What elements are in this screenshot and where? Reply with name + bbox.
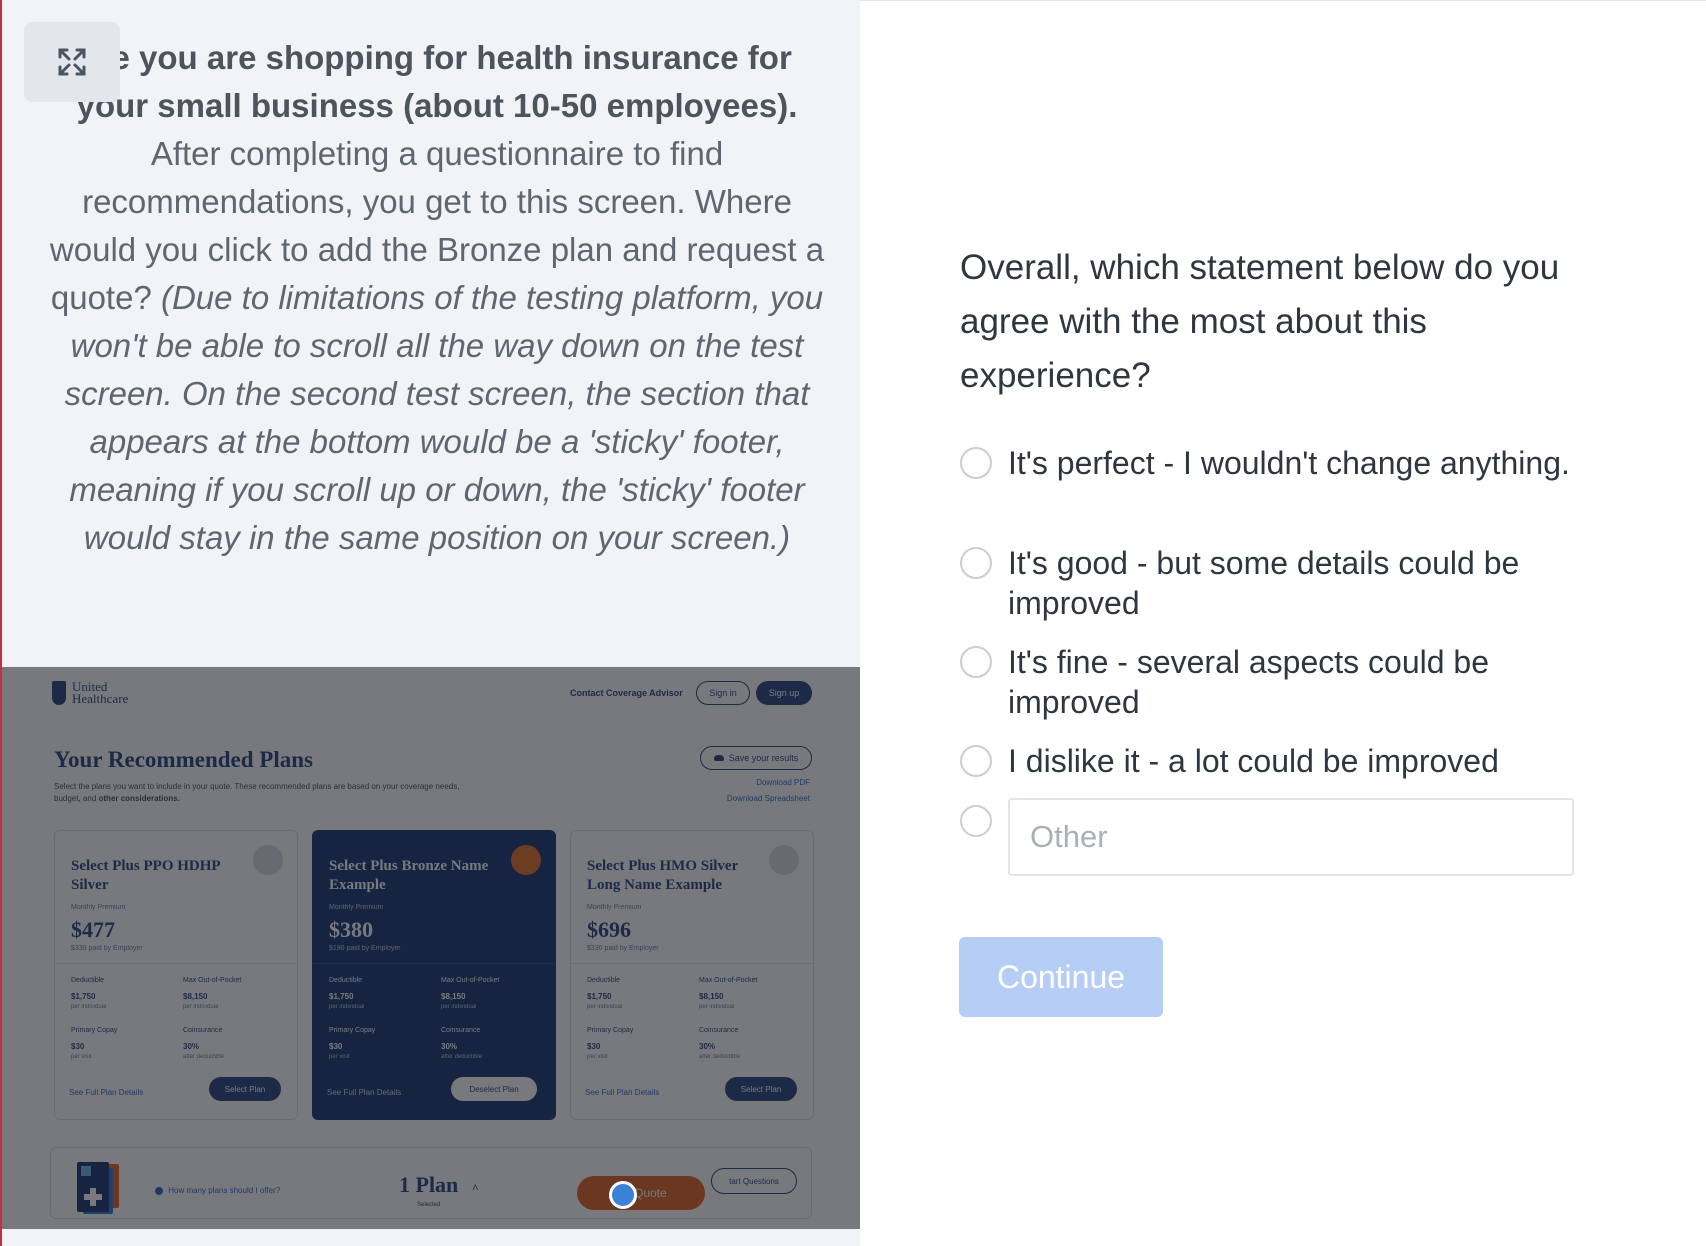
deductible-stat: Deductible $1,750 per individual xyxy=(71,977,107,1010)
radio-button[interactable] xyxy=(960,547,992,579)
premium-label: Monthly Premium xyxy=(587,904,642,911)
option-label: I dislike it - a lot could be improved xyxy=(1008,743,1499,779)
plan-count-sub: Selected xyxy=(417,1202,441,1208)
click-marker xyxy=(609,1181,637,1209)
expand-arrows-icon xyxy=(58,48,86,76)
download-pdf-link: Download PDF xyxy=(756,778,810,787)
deductible-stat: Deductible $1,750 per individual xyxy=(329,977,365,1010)
coinsurance-stat: Coinsurance 30% after deductible xyxy=(183,1027,225,1060)
coinsurance-stat: Coinsurance 30% after deductible xyxy=(699,1027,741,1060)
plan-name: Select Plus HMO Silver Long Name Example xyxy=(587,858,738,893)
test-screenshot[interactable]: United Healthcare Contact Coverage Adviso… xyxy=(2,667,860,1229)
coinsurance-stat: Coinsurance 30% after deductible xyxy=(441,1027,483,1060)
sign-up-button: Sign up xyxy=(756,681,812,705)
option-good[interactable]: It's good - but some details could be im… xyxy=(960,543,1580,623)
download-spreadsheet-link: Download Spreadsheet xyxy=(726,794,810,803)
plan-name: Select Plus PPO HDHP Silver xyxy=(71,858,220,893)
option-label: It's good - but some details could be im… xyxy=(1008,545,1520,621)
premium-label: Monthly Premium xyxy=(71,904,126,911)
plan-card-bronze: Select Plus Bronze Name Example Monthly … xyxy=(312,830,556,1120)
logo-line-2: Healthcare xyxy=(72,691,129,706)
plan-badge-icon xyxy=(253,845,283,875)
plan-price: $696 xyxy=(587,917,631,942)
other-text-input[interactable] xyxy=(1008,798,1574,876)
chevron-up-icon: ^ xyxy=(471,1181,479,1195)
radio-button[interactable] xyxy=(960,745,992,777)
logo-mark-icon xyxy=(52,681,66,705)
employer-share: $330 paid by Employer xyxy=(587,945,659,952)
plan-name: Select Plus Bronze Name Example xyxy=(329,858,489,893)
oop-stat: Max Out-of-Pocket $8,150 per individual xyxy=(699,977,758,1010)
contact-advisor-link: Contact Coverage Advisor xyxy=(570,688,683,698)
task-bold-text: ine you are shopping for health insuranc… xyxy=(76,39,798,124)
card-divider xyxy=(313,963,555,964)
recommended-plans-title: Your Recommended Plans xyxy=(54,747,313,772)
description-bold: other considerations. xyxy=(98,794,180,803)
recommended-plans-description: Select the plans you want to include in … xyxy=(54,781,474,805)
premium-label: Monthly Premium xyxy=(329,904,384,911)
how-many-plans-label: How many plans should I offer? xyxy=(168,1186,281,1195)
plan-card-silver-ppo: Select Plus PPO HDHP Silver Monthly Prem… xyxy=(54,830,298,1120)
option-label: It's perfect - I wouldn't change anythin… xyxy=(1008,445,1570,481)
how-many-plans-link: How many plans should I offer? xyxy=(155,1186,280,1195)
option-dislike[interactable]: I dislike it - a lot could be improved xyxy=(960,741,1580,781)
copay-stat: Primary Copay $30 per visit xyxy=(71,1027,118,1060)
option-label: It's fine - several aspects could be imp… xyxy=(1008,644,1490,720)
plan-details-link: See Full Plan Details xyxy=(585,1088,660,1097)
sign-in-button: Sign in xyxy=(696,681,750,705)
oop-stat: Max Out-of-Pocket $8,150 per individual xyxy=(183,977,242,1010)
select-plan-button: Select Plan xyxy=(209,1077,281,1101)
task-italic-text: (Due to limitations of the testing platf… xyxy=(64,279,824,556)
deductible-stat: Deductible $1,750 per individual xyxy=(587,977,623,1010)
option-fine[interactable]: It's fine - several aspects could be imp… xyxy=(960,642,1580,722)
employer-share: $330 paid by Employer xyxy=(71,945,143,952)
plan-count: 1 Plan ^ xyxy=(399,1172,479,1198)
request-quote-button: Re Quote xyxy=(577,1176,705,1210)
restart-questions-button: tart Questions xyxy=(711,1168,797,1194)
copay-stat: Primary Copay $30 per visit xyxy=(587,1027,634,1060)
info-circle-icon xyxy=(155,1186,163,1195)
plan-details-link: See Full Plan Details xyxy=(327,1088,402,1097)
radio-button[interactable] xyxy=(960,646,992,678)
save-results-button: Save your results xyxy=(700,746,812,770)
plan-details-link: See Full Plan Details xyxy=(69,1088,144,1097)
card-divider xyxy=(55,963,297,964)
task-panel: ine you are shopping for health insuranc… xyxy=(0,0,860,1246)
oop-stat: Max Out-of-Pocket $8,150 per individual xyxy=(441,977,500,1010)
plan-price: $477 xyxy=(71,917,115,942)
radio-button[interactable] xyxy=(960,805,992,837)
employer-share: $190 paid by Employer xyxy=(329,945,401,952)
option-perfect[interactable]: It's perfect - I wouldn't change anythin… xyxy=(960,443,1580,483)
plan-badge-icon xyxy=(769,845,799,875)
question-text: Overall, which statement below do you ag… xyxy=(960,248,1560,395)
task-instructions: ine you are shopping for health insuranc… xyxy=(42,34,832,562)
continue-button[interactable]: Continue xyxy=(959,937,1163,1017)
copay-stat: Primary Copay $30 per visit xyxy=(329,1027,376,1060)
unitedhealthcare-logo: United Healthcare xyxy=(52,680,142,706)
sticky-footer: How many plans should I offer? 1 Plan ^ … xyxy=(50,1147,812,1219)
card-divider xyxy=(571,963,813,964)
question-panel: Overall, which statement below do you ag… xyxy=(860,0,1706,1246)
cloud-save-icon xyxy=(713,755,724,761)
radio-button[interactable] xyxy=(960,447,992,479)
plan-card-silver-hmo: Select Plus HMO Silver Long Name Example… xyxy=(570,830,814,1120)
save-results-label: Save your results xyxy=(728,753,799,763)
plan-documents-icon xyxy=(77,1162,119,1214)
expand-button[interactable] xyxy=(24,22,120,102)
plan-count-label: 1 Plan xyxy=(399,1172,459,1197)
plan-price: $380 xyxy=(329,917,373,942)
plan-badge-icon xyxy=(511,845,541,875)
select-plan-button: Select Plan xyxy=(725,1077,797,1101)
deselect-plan-button: Deselect Plan xyxy=(451,1077,537,1101)
